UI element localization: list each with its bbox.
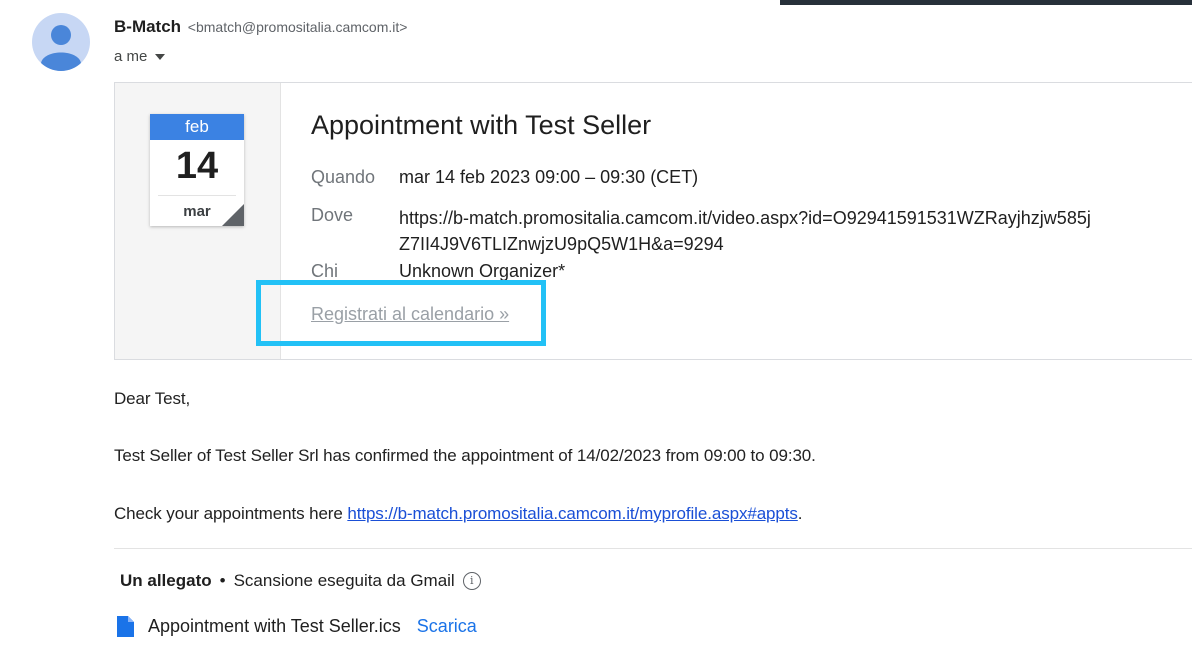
attachments-divider [114,548,1192,549]
person-icon [41,25,81,71]
calendar-divider [158,195,236,196]
page-fold-icon [222,204,244,226]
message-greeting: Dear Test, [114,389,191,408]
window-top-strip [780,0,1192,5]
where-url-line-2: Z7II4J9V6TLIZnwjzU9pQ5W1H&a=9294 [399,234,724,254]
sender-email: <bmatch@promositalia.camcom.it> [187,19,408,35]
where-label: Dove [311,205,354,225]
who-value: Unknown Organizer* [399,261,566,281]
where-value[interactable]: https://b-match.promositalia.camcom.it/v… [399,205,1091,257]
check-suffix: . [797,504,803,523]
attachment-count: Un allegato [120,571,212,590]
calendar-day: 14 [175,145,219,187]
calendar-month: feb [150,114,244,140]
attachment-item: Appointment with Test Seller.ics Scarica [117,616,477,637]
sender-line: B-Match <bmatch@promositalia.camcom.it> [114,17,407,37]
recipient-line: a me [114,48,166,65]
download-button[interactable]: Scarica [417,616,477,637]
sender-avatar[interactable] [32,13,90,71]
message-confirmation: Test Seller of Test Seller Srl has confi… [114,446,816,465]
sender-name[interactable]: B-Match [114,17,181,36]
when-label: Quando [311,167,376,187]
recipient-details-dropdown-icon[interactable] [155,53,166,60]
calendar-date-icon: feb 14 mar [150,114,244,226]
event-title: Appointment with Test Seller [311,110,652,140]
recipient-label: a me [114,48,148,65]
info-icon[interactable]: i [462,572,481,590]
who-label: Chi [311,261,339,281]
attachments-header: Un allegato • Scansione eseguita da Gmai… [120,571,481,591]
message-check-line: Check your appointments here https://b-m… [114,504,803,524]
scan-status: Scansione eseguita da Gmail [233,571,455,590]
check-prefix: Check your appointments here [114,504,348,523]
appointments-link[interactable]: https://b-match.promositalia.camcom.it/m… [347,504,798,523]
attachment-file-name[interactable]: Appointment with Test Seller.ics [148,616,401,637]
when-value: mar 14 feb 2023 09:00 – 09:30 (CET) [399,167,699,187]
where-url-line-1: https://b-match.promositalia.camcom.it/v… [399,208,1091,228]
separator-dot: • [219,571,226,590]
highlight-annotation-box [256,280,546,346]
file-icon [117,616,134,637]
